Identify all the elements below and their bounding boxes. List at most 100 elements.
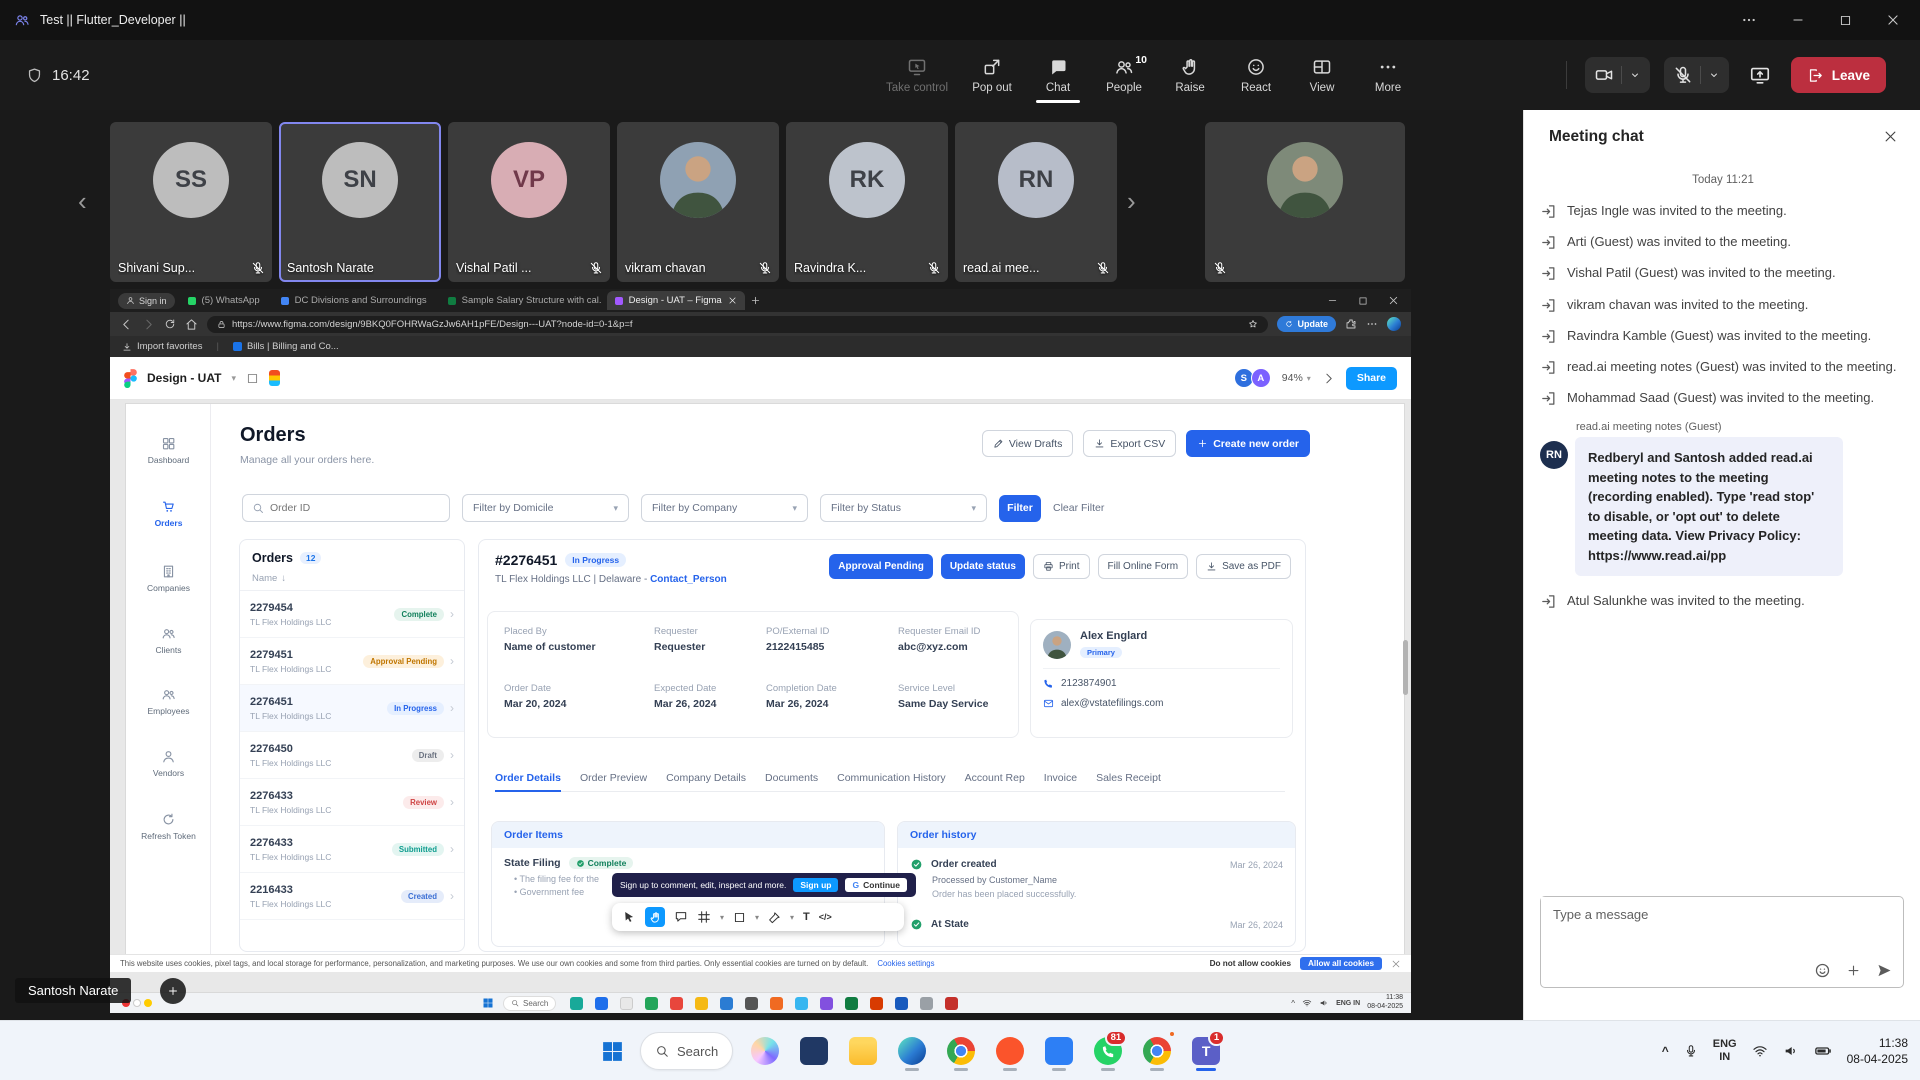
chevron-down-icon[interactable]: ▾ <box>720 913 724 922</box>
participant-tile[interactable]: SS Shivani Sup... <box>110 122 272 282</box>
reload-icon[interactable] <box>164 318 176 330</box>
tab-documents[interactable]: Documents <box>765 772 818 784</box>
pen-tool-icon[interactable] <box>768 911 781 924</box>
order-row[interactable]: 2276433TL Flex Holdings LLC Submitted › <box>240 826 464 873</box>
save-as-pdf-button[interactable]: Save as PDF <box>1196 554 1291 579</box>
chevron-down-icon[interactable]: ▾ <box>790 913 794 922</box>
pop-out-button[interactable]: Pop out <box>970 47 1014 103</box>
chat-message-list[interactable]: Today 11:21 Tejas Ingle was invited to t… <box>1540 168 1906 884</box>
sidebar-item-refresh-token[interactable]: Refresh Token <box>126 812 211 841</box>
collaborator-avatar[interactable]: A <box>1251 368 1271 388</box>
participant-tile[interactable]: RK Ravindra K... <box>786 122 948 282</box>
figma-share-button[interactable]: Share <box>1346 367 1397 390</box>
order-row[interactable]: 2216433TL Flex Holdings LLC Created › <box>240 873 464 920</box>
chat-input-box[interactable] <box>1540 896 1904 988</box>
figma-logo-icon[interactable] <box>124 369 137 388</box>
tray-chevron-icon[interactable]: ^ <box>1662 1044 1669 1058</box>
home-icon[interactable] <box>185 318 198 331</box>
sidebar-item-vendors[interactable]: Vendors <box>126 749 211 778</box>
order-row[interactable]: 2276433TL Flex Holdings LLC Review › <box>240 779 464 826</box>
deny-cookies-button[interactable]: Do not allow cookies <box>1210 959 1291 968</box>
order-id-input[interactable] <box>270 502 440 514</box>
start-icon[interactable] <box>482 997 494 1009</box>
window-close-icon[interactable] <box>1886 13 1900 27</box>
browser-minimize-icon[interactable] <box>1327 295 1338 306</box>
chat-message-input[interactable] <box>1541 897 1885 932</box>
fill-online-form-button[interactable]: Fill Online Form <box>1098 554 1189 579</box>
favorite-item[interactable]: Import favorites <box>122 341 202 352</box>
taskbar-app-brave[interactable] <box>993 1028 1027 1074</box>
bookmark-star-icon[interactable] <box>1248 319 1258 329</box>
raise-hand-button[interactable]: Raise <box>1168 47 1212 103</box>
browser-profile-signin[interactable]: Sign in <box>118 293 175 309</box>
participant-tile[interactable] <box>1205 122 1405 282</box>
order-row-selected[interactable]: 2276451TL Flex Holdings LLC In Progress … <box>240 685 464 732</box>
canvas-scrollbar[interactable] <box>1403 640 1408 695</box>
hand-tool-icon[interactable] <box>645 907 665 927</box>
comment-tool-icon[interactable] <box>674 910 688 924</box>
back-icon[interactable] <box>120 318 133 331</box>
chat-close-icon[interactable] <box>1883 129 1898 144</box>
window-maximize-icon[interactable] <box>1839 14 1852 27</box>
more-button[interactable]: More <box>1366 47 1410 103</box>
favorite-item[interactable]: Bills | Billing and Co... <box>233 341 339 352</box>
order-id-search[interactable] <box>242 494 450 522</box>
attach-plus-icon[interactable] <box>1846 963 1861 978</box>
filter-company-dropdown[interactable]: Filter by Company ▾ <box>641 494 808 522</box>
print-button[interactable]: Print <box>1033 554 1090 579</box>
filter-domicile-dropdown[interactable]: Filter by Domicile ▾ <box>462 494 629 522</box>
tab-company-details[interactable]: Company Details <box>666 772 746 784</box>
wifi-icon[interactable] <box>1752 1043 1768 1059</box>
browser-tab-active[interactable]: Design - UAT – Figma <box>607 291 745 310</box>
chevron-down-icon[interactable]: ▾ <box>755 913 759 922</box>
contact-person-link[interactable]: Contact_Person <box>650 574 727 585</box>
chevron-down-icon[interactable]: ▾ <box>231 373 236 384</box>
dev-mode-code-icon[interactable]: </> <box>819 912 832 922</box>
tray-mic-icon[interactable] <box>1684 1044 1698 1058</box>
allow-cookies-button[interactable]: Allow all cookies <box>1300 957 1382 970</box>
browser-close-icon[interactable] <box>1388 295 1399 306</box>
browser-maximize-icon[interactable] <box>1358 296 1368 306</box>
volume-icon[interactable] <box>1319 998 1329 1008</box>
wifi-icon[interactable] <box>1302 998 1312 1008</box>
participant-tile[interactable]: RN read.ai mee... <box>955 122 1117 282</box>
send-icon[interactable] <box>1876 962 1893 979</box>
participant-tile[interactable]: VP Vishal Patil ... <box>448 122 610 282</box>
tab-invoice[interactable]: Invoice <box>1044 772 1077 784</box>
window-more-icon[interactable] <box>1741 12 1757 28</box>
figma-doc-title[interactable]: Design - UAT <box>147 371 221 385</box>
order-row[interactable]: 2279454TL Flex Holdings LLC Complete › <box>240 591 464 638</box>
order-row[interactable]: 2276450TL Flex Holdings LLC Draft › <box>240 732 464 779</box>
emoji-icon[interactable] <box>1814 962 1831 979</box>
create-new-order-button[interactable]: Create new order <box>1186 430 1310 457</box>
sidebar-item-dashboard[interactable]: Dashboard <box>126 436 211 465</box>
order-row[interactable]: 2279451TL Flex Holdings LLC Approval Pen… <box>240 638 464 685</box>
sidebar-item-clients[interactable]: Clients <box>126 626 211 655</box>
sidebar-item-companies[interactable]: Companies <box>126 564 211 593</box>
shared-language-indicator[interactable]: ENG IN <box>1336 1000 1360 1007</box>
browser-tab[interactable]: DC Divisions and Surroundings <box>273 291 435 310</box>
participant-tile[interactable]: vikram chavan <box>617 122 779 282</box>
taskbar-app-outlook[interactable] <box>797 1028 831 1074</box>
people-button[interactable]: 10 People <box>1102 47 1146 103</box>
sidebar-item-orders[interactable]: Orders <box>126 499 211 528</box>
message-bubble[interactable]: Redberyl and Santosh added read.ai meeti… <box>1575 437 1843 576</box>
taskbar-app-vscode[interactable] <box>1042 1028 1076 1074</box>
filter-status-dropdown[interactable]: Filter by Status ▾ <box>820 494 987 522</box>
export-csv-button[interactable]: Export CSV <box>1083 430 1176 457</box>
google-continue-button[interactable]: G Continue <box>845 878 906 892</box>
shape-tool-icon[interactable] <box>733 911 746 924</box>
move-cursor-tool-icon[interactable] <box>622 910 636 924</box>
figma-canvas[interactable]: Dashboard Orders Companies Clients <box>110 400 1411 992</box>
signup-button[interactable]: Sign up <box>793 878 838 892</box>
frame-tool-icon[interactable] <box>697 910 711 924</box>
mic-button[interactable] <box>1664 57 1729 93</box>
taskbar-search-box[interactable]: Search <box>640 1032 733 1070</box>
battery-icon[interactable] <box>1814 1042 1832 1060</box>
leave-button[interactable]: Leave <box>1791 57 1886 93</box>
zoom-plus-button[interactable] <box>160 978 186 1004</box>
tray-chevron-icon[interactable]: ^ <box>1291 999 1295 1008</box>
participant-tile[interactable]: SN Santosh Narate <box>279 122 441 282</box>
camera-chevron-down-icon[interactable] <box>1629 69 1641 81</box>
extensions-puzzle-icon[interactable] <box>1345 318 1357 330</box>
